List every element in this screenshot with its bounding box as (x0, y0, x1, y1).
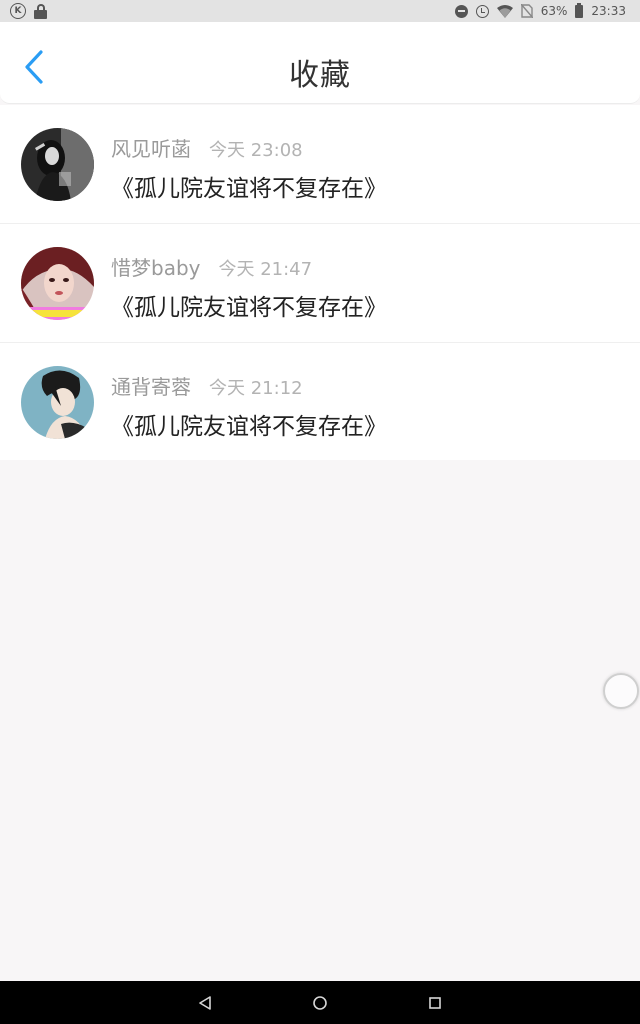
avatar[interactable] (21, 366, 94, 439)
navigation-bar (0, 981, 640, 1024)
header: 收藏 (0, 22, 640, 104)
item-meta: 风见听菡 今天 23:08 (111, 133, 303, 162)
favorites-list: 风见听菡 今天 23:08 《孤儿院友谊将不复存在》 惜梦baby 今天 21:… (0, 105, 640, 460)
nav-back-button[interactable] (175, 981, 235, 1024)
nav-back-icon (199, 995, 211, 1010)
list-item[interactable]: 风见听菡 今天 23:08 《孤儿院友谊将不复存在》 (0, 105, 640, 224)
status-left: K (10, 3, 47, 19)
item-title[interactable]: 《孤儿院友谊将不复存在》 (111, 169, 387, 203)
item-meta: 通背寄蓉 今天 21:12 (111, 371, 303, 400)
no-sim-icon (520, 4, 533, 18)
nav-recents-button[interactable] (405, 981, 465, 1024)
username[interactable]: 惜梦baby (111, 252, 200, 281)
list-item[interactable]: 惜梦baby 今天 21:47 《孤儿院友谊将不复存在》 (0, 224, 640, 343)
nav-recents-icon (429, 996, 441, 1009)
wifi-icon (496, 4, 513, 18)
status-time: 23:33 (591, 4, 626, 18)
item-meta: 惜梦baby 今天 21:47 (111, 252, 312, 281)
avatar[interactable] (21, 128, 94, 201)
item-title[interactable]: 《孤儿院友谊将不复存在》 (111, 407, 387, 441)
list-item[interactable]: 通背寄蓉 今天 21:12 《孤儿院友谊将不复存在》 (0, 343, 640, 460)
timestamp: 今天 21:47 (218, 259, 313, 280)
lock-icon (34, 3, 47, 19)
page-title: 收藏 (289, 58, 351, 93)
username[interactable]: 通背寄蓉 (111, 371, 191, 400)
battery-icon (575, 2, 584, 18)
k-icon: K (10, 3, 26, 19)
nav-home-button[interactable] (290, 981, 350, 1024)
timestamp: 今天 21:12 (209, 378, 303, 399)
item-title[interactable]: 《孤儿院友谊将不复存在》 (111, 288, 387, 322)
status-right: 63% 23:33 (454, 2, 626, 18)
nav-home-icon (313, 995, 327, 1010)
dnd-icon (454, 4, 468, 18)
floating-assistive-button[interactable] (603, 673, 639, 709)
avatar[interactable] (21, 247, 94, 320)
battery-percent: 63% (540, 4, 568, 18)
status-bar: K 63% 23:33 (0, 0, 640, 22)
username[interactable]: 风见听菡 (111, 133, 191, 162)
timestamp: 今天 23:08 (209, 140, 303, 161)
alarm-icon (475, 4, 489, 18)
